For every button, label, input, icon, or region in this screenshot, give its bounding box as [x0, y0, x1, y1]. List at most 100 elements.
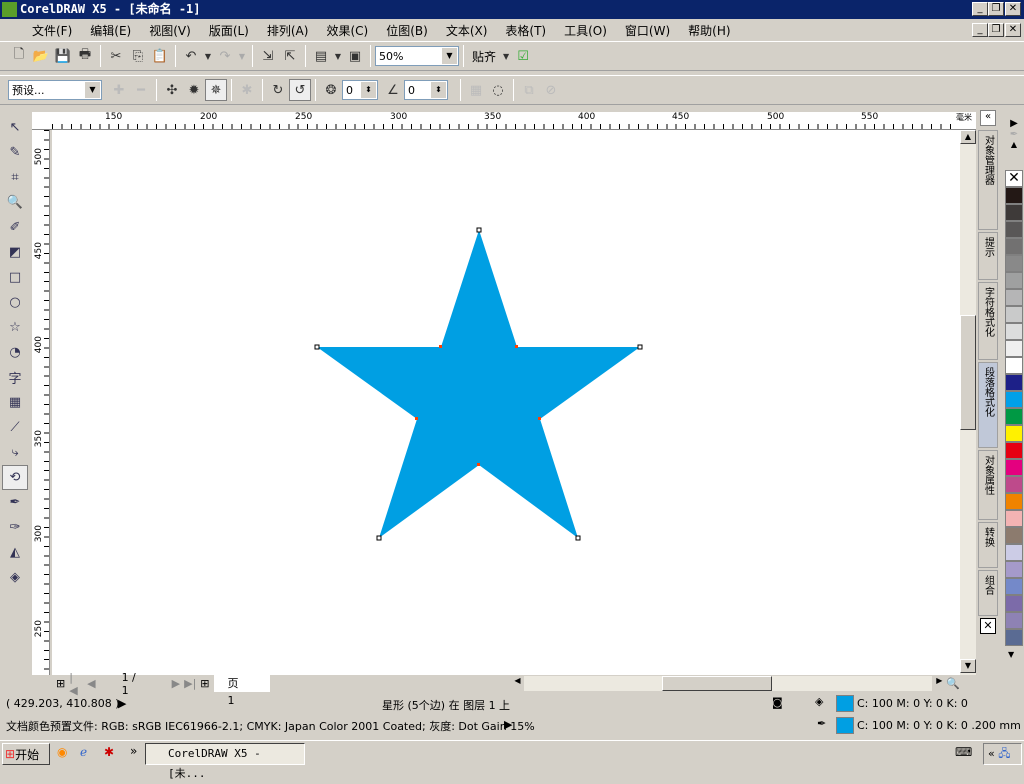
menu-table[interactable]: 表格(T) — [505, 22, 546, 39]
palette-scroll-up-icon[interactable]: ▲ — [1005, 140, 1023, 149]
color-swatch[interactable] — [1005, 595, 1023, 612]
eyedropper-tool-icon[interactable]: ✒ — [2, 490, 28, 515]
copy-properties-icon[interactable]: ⧉ — [518, 79, 540, 101]
maximize-button[interactable]: ❐ — [988, 2, 1004, 16]
table-tool-icon[interactable]: ▦ — [2, 390, 28, 415]
node-handle[interactable] — [575, 535, 581, 541]
rotate-cw-icon[interactable]: ↻ — [267, 79, 289, 101]
node-handle[interactable] — [376, 535, 382, 541]
ellipse-tool-icon[interactable]: ○ — [2, 290, 28, 315]
last-page-icon[interactable]: ▶| — [184, 677, 196, 690]
color-swatch[interactable] — [1005, 442, 1023, 459]
color-swatch[interactable] — [1005, 561, 1023, 578]
drawing-canvas[interactable] — [52, 130, 960, 675]
profile-flyout-icon[interactable]: ▶ — [504, 718, 512, 731]
menu-view[interactable]: 视图(V) — [149, 22, 191, 39]
outline-icon[interactable]: ◌ — [487, 79, 509, 101]
zoom-tool-icon[interactable]: 🔍 — [2, 190, 28, 215]
paste-icon[interactable]: 📋 — [149, 45, 171, 67]
save-icon[interactable]: 💾 — [52, 45, 74, 67]
menu-window[interactable]: 窗口(W) — [625, 22, 670, 39]
color-swatch[interactable] — [1005, 289, 1023, 306]
color-swatch[interactable] — [1005, 425, 1023, 442]
redo-icon[interactable]: ↷ — [214, 45, 236, 67]
connector-tool-icon[interactable]: ⤷ — [2, 440, 28, 465]
keyboard-icon[interactable]: ⌨ — [955, 745, 972, 759]
color-swatch[interactable] — [1005, 187, 1023, 204]
sharpness-stepper[interactable]: 0 ⬍ — [404, 80, 448, 100]
scroll-right-button[interactable]: ▶ — [932, 676, 947, 691]
outline-tool-icon[interactable]: ✑ — [2, 515, 28, 540]
add-page-before-icon[interactable]: ⊞ — [56, 677, 65, 690]
tray-expand-icon[interactable]: « — [988, 747, 995, 760]
color-swatch[interactable] — [1005, 476, 1023, 493]
print-icon[interactable]: 🖶 — [74, 45, 96, 67]
scroll-thumb[interactable] — [960, 315, 976, 430]
page-tab[interactable]: 页 1 — [213, 675, 271, 707]
zoom-navigator-icon[interactable]: 🔍 — [946, 677, 960, 690]
fill-color-swatch[interactable] — [836, 695, 854, 712]
color-swatch[interactable] — [1005, 629, 1023, 646]
smart-fill-tool-icon[interactable]: ◩ — [2, 240, 28, 265]
docker-tab-shaping[interactable]: 组合 — [978, 570, 998, 616]
copy-icon[interactable]: ⎘ — [127, 45, 149, 67]
docker-tab-paragraph-formatting[interactable]: 段落格式化 — [978, 362, 998, 448]
docker-tab-object-properties[interactable]: 对象属性 — [978, 450, 998, 520]
stepper-arrows-icon[interactable]: ⬍ — [361, 82, 376, 98]
color-swatch[interactable] — [1005, 578, 1023, 595]
vertical-scrollbar[interactable]: ▲ ▼ — [960, 130, 976, 675]
node-handle[interactable] — [415, 417, 418, 420]
color-swatch[interactable] — [1005, 323, 1023, 340]
zoom-level-combo[interactable]: 50% ▼ — [375, 46, 459, 66]
crop-tool-icon[interactable]: ⌗ — [2, 165, 28, 190]
rectangle-tool-icon[interactable]: □ — [2, 265, 28, 290]
menu-help[interactable]: 帮助(H) — [688, 22, 730, 39]
pick-tool-icon[interactable]: ↖ — [2, 115, 28, 140]
application-launcher-icon[interactable]: ▤ — [310, 45, 332, 67]
network-icon[interactable]: 🖧 — [998, 747, 1010, 760]
node-handle[interactable] — [538, 417, 541, 420]
options-checklist-icon[interactable]: ☑ — [512, 45, 534, 67]
fill-tool-icon[interactable]: ◭ — [2, 540, 28, 565]
color-swatch[interactable] — [1005, 544, 1023, 561]
undo-icon[interactable]: ↶ — [180, 45, 202, 67]
stepper-arrows-icon[interactable]: ⬍ — [431, 82, 446, 98]
import-icon[interactable]: ⇲ — [257, 45, 279, 67]
menu-edit[interactable]: 编辑(E) — [90, 22, 131, 39]
scroll-down-button[interactable]: ▼ — [960, 659, 976, 673]
coords-flyout-icon[interactable]: ▶ — [118, 697, 126, 710]
app-quicklaunch-icon[interactable]: ✱ — [104, 745, 114, 759]
doc-restore-button[interactable]: ❐ — [988, 23, 1004, 37]
close-button[interactable]: ✕ — [1005, 2, 1021, 16]
freehand-tool-icon[interactable]: ✐ — [2, 215, 28, 240]
color-swatch[interactable] — [1005, 391, 1023, 408]
redo-dropdown-icon[interactable]: ▼ — [236, 45, 248, 67]
node-handle[interactable] — [477, 463, 480, 466]
docker-tab-object-manager[interactable]: 对象管理器 — [978, 130, 998, 230]
interactive-fill-tool-icon[interactable]: ◈ — [2, 565, 28, 590]
chevron-down-icon[interactable]: ▼ — [85, 82, 100, 98]
color-swatch[interactable] — [1005, 408, 1023, 425]
color-swatch[interactable] — [1005, 374, 1023, 391]
wrap-icon[interactable]: ▦ — [465, 79, 487, 101]
color-swatch[interactable] — [1005, 357, 1023, 374]
expand-docker-icon[interactable]: « — [980, 110, 996, 126]
launcher-dropdown-icon[interactable]: ▼ — [332, 45, 344, 67]
palette-scroll-down-icon[interactable]: ▼ — [1008, 650, 1014, 659]
menu-bitmaps[interactable]: 位图(B) — [386, 22, 428, 39]
doc-minimize-button[interactable]: _ — [972, 23, 988, 37]
vertical-ruler[interactable]: 500 450 400 350 300 250 — [32, 130, 50, 675]
points-stepper[interactable]: 0 ⬍ — [342, 80, 378, 100]
star-shape[interactable] — [317, 230, 640, 538]
effects-tool-icon[interactable]: ⟲ — [2, 465, 28, 490]
preset-combo[interactable]: 预设... ▼ — [8, 80, 102, 100]
docker-tab-hints[interactable]: 提示 — [978, 232, 998, 280]
palette-flyout-icon[interactable]: ▶ — [1005, 118, 1023, 129]
rotate-ccw-icon[interactable]: ↺ — [289, 79, 311, 101]
text-tool-icon[interactable]: 字 — [2, 365, 28, 390]
complex-star-icon[interactable]: ✵ — [205, 79, 227, 101]
horizontal-ruler[interactable]: 150 200 250 300 350 400 450 500 550 毫米 — [32, 112, 976, 130]
add-preset-icon[interactable]: ✚ — [108, 79, 130, 101]
chevron-down-icon[interactable]: ▼ — [442, 48, 457, 64]
color-swatch[interactable] — [1005, 527, 1023, 544]
